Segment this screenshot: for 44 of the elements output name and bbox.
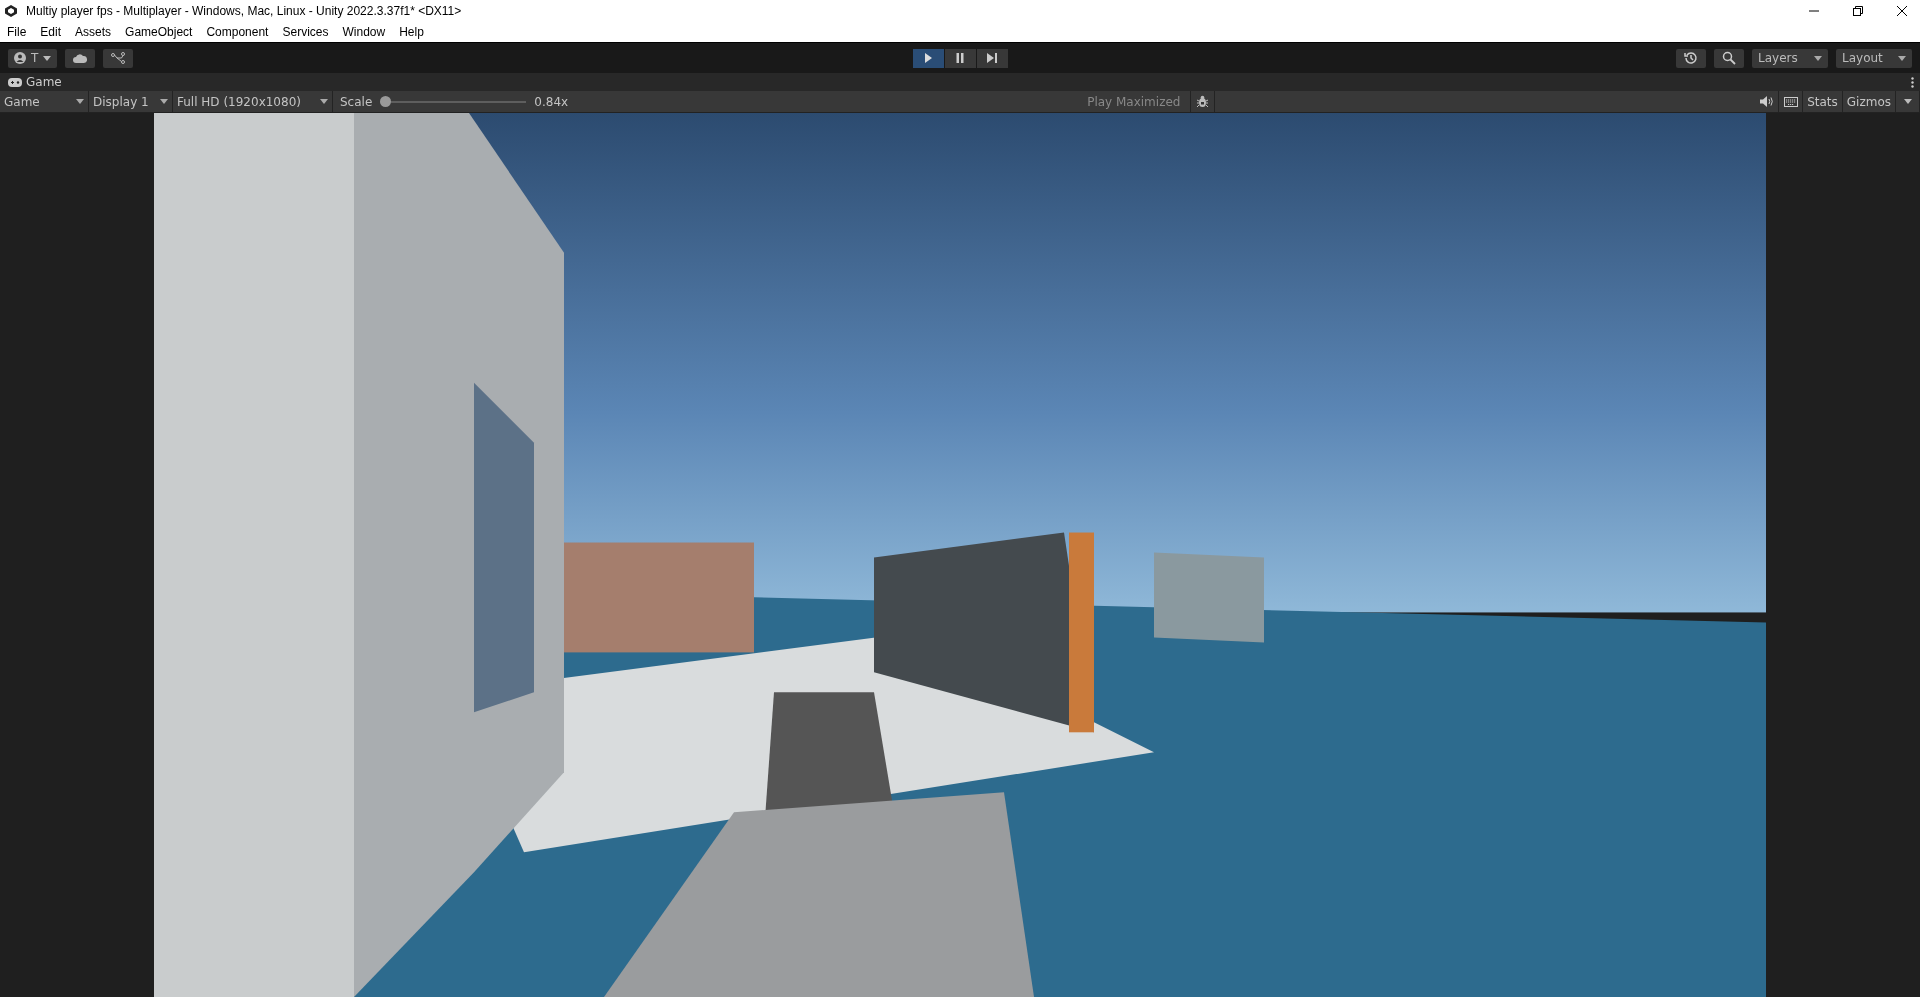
pause-button[interactable] (944, 48, 976, 68)
menu-item[interactable]: Services (282, 25, 329, 39)
menu-item[interactable]: Component (206, 25, 269, 39)
scale-label: Scale (340, 94, 373, 109)
layout-dropdown[interactable]: Layout (1836, 48, 1912, 68)
cloud-button[interactable] (65, 48, 96, 68)
caret-icon (160, 99, 168, 104)
menu-item[interactable]: Assets (75, 25, 112, 39)
collab-button[interactable] (103, 48, 134, 68)
step-button[interactable] (976, 48, 1008, 68)
window-title: Multiy player fps - Multiplayer - Windows, Mac, Linux - Unity 2022.3.37f1* <DX11> (26, 4, 462, 18)
layers-dropdown[interactable]: Layers (1752, 48, 1828, 68)
gamepad-icon (8, 77, 22, 87)
scale-value: 0.84x (534, 94, 569, 109)
step-icon (985, 51, 999, 65)
menu-item[interactable]: Edit (40, 25, 62, 39)
menu-item[interactable]: GameObject (125, 25, 193, 39)
history-button[interactable] (1676, 48, 1706, 68)
caret-icon (43, 55, 52, 61)
slider-thumb[interactable] (380, 95, 392, 107)
cloud-icon (73, 53, 88, 63)
caret-icon (320, 99, 328, 104)
close-icon[interactable] (1896, 5, 1908, 17)
bug-icon (1196, 95, 1210, 108)
play-button[interactable] (912, 48, 944, 68)
speaker-icon (1760, 96, 1774, 107)
menu-item[interactable]: Help (399, 25, 424, 39)
search-button[interactable] (1714, 48, 1744, 68)
caret-icon (1814, 55, 1822, 61)
caret-icon (76, 99, 84, 104)
account-button[interactable]: T (8, 48, 58, 68)
keyboard-icon (1783, 96, 1798, 107)
search-icon (1722, 51, 1736, 65)
caret-icon (1903, 99, 1912, 104)
more-options-icon[interactable] (1911, 76, 1914, 88)
restore-icon[interactable] (1852, 5, 1864, 17)
account-icon (14, 52, 26, 64)
game-tab[interactable]: Game (8, 75, 62, 89)
history-icon (1684, 51, 1698, 65)
caret-icon (1898, 55, 1906, 61)
menu-item[interactable]: Window (342, 25, 386, 39)
unity-logo-icon (4, 4, 18, 18)
menu-item[interactable]: File (7, 25, 27, 39)
branch-icon (111, 52, 126, 64)
